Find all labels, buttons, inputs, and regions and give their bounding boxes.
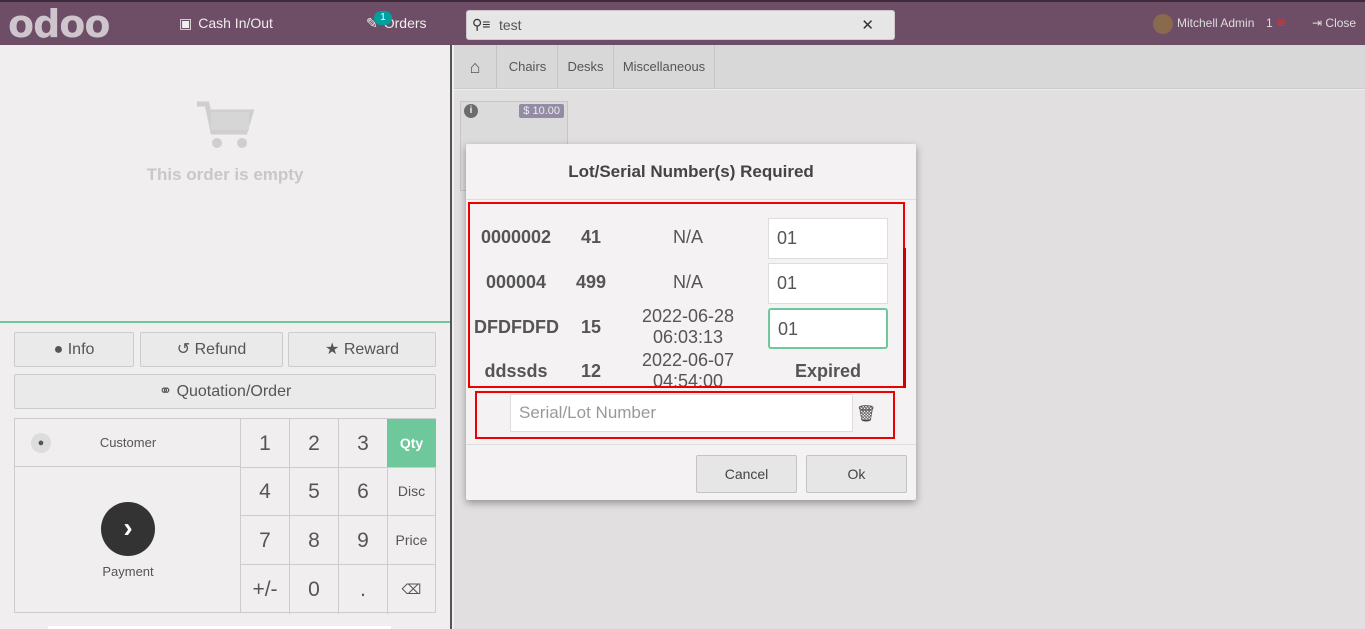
numpad: ● Customer › Payment 1 2 3 Qty 4 5 6 Dis… (14, 418, 436, 614)
payment-label: Payment (102, 564, 154, 579)
key-dot[interactable]: . (339, 565, 388, 614)
close-button[interactable]: ⇥ Close (1312, 16, 1356, 30)
sign-out-icon: ⇥ (1312, 16, 1323, 30)
order-container: This order is empty (0, 45, 450, 323)
footer-divider (466, 444, 916, 445)
refund-label: Refund (194, 341, 247, 358)
home-icon: ⌂ (469, 57, 481, 77)
user-menu[interactable]: Mitchell Admin (1153, 14, 1254, 34)
reward-label: Reward (343, 341, 399, 358)
key-1[interactable]: 1 (241, 419, 290, 468)
key-disc[interactable]: Disc (387, 467, 436, 516)
sync-count: 1 (1266, 16, 1273, 30)
backspace-icon: ⌫ (401, 581, 422, 597)
category-bar: ⌂ Chairs Desks Miscellaneous (454, 45, 1365, 89)
payment-button[interactable]: › Payment (15, 467, 241, 613)
orders-count-badge: 1 (374, 11, 392, 25)
info-icon: ● (53, 341, 64, 358)
dialog-title: Lot/Serial Number(s) Required (466, 144, 916, 200)
key-4[interactable]: 4 (241, 467, 290, 516)
ok-button[interactable]: Ok (806, 455, 907, 493)
cash-in-out-label: Cash In/Out (198, 15, 273, 31)
chevron-right-icon: › (101, 502, 155, 556)
wifi-icon: ≋ (1276, 16, 1287, 30)
key-2[interactable]: 2 (290, 419, 339, 468)
home-category-button[interactable]: ⌂ (454, 45, 497, 89)
key-9[interactable]: 9 (339, 516, 388, 565)
top-bar: odoo ▣Cash In/Out ✎Orders 1 ⚲≡ ✕ Mitchel… (0, 0, 1365, 45)
cash-icon: ▣ (179, 15, 193, 31)
cancel-button[interactable]: Cancel (696, 455, 797, 493)
key-price[interactable]: Price (387, 516, 436, 565)
key-7[interactable]: 7 (241, 516, 290, 565)
key-plus-minus[interactable]: +/- (241, 565, 290, 614)
quotation-order-label: Quotation/Order (176, 383, 292, 400)
close-label: Close (1325, 16, 1357, 30)
sync-status[interactable]: 1 ≋ (1266, 16, 1286, 30)
undo-icon: ↺ (176, 341, 191, 358)
left-pane: This order is empty ● Info ↺ Refund ★ Re… (0, 45, 452, 629)
highlight-box-new-lot (475, 391, 895, 439)
customer-label: Customer (99, 435, 157, 450)
key-0[interactable]: 0 (290, 565, 339, 614)
shopping-cart-icon (197, 101, 255, 148)
user-name: Mitchell Admin (1177, 16, 1255, 31)
key-qty[interactable]: Qty (387, 419, 436, 468)
order-empty-text: This order is empty (146, 165, 304, 184)
key-backspace[interactable]: ⌫ (387, 565, 436, 614)
quotation-order-button[interactable]: ⚭ Quotation/Order (14, 374, 436, 409)
key-8[interactable]: 8 (290, 516, 339, 565)
search-box: ⚲≡ ✕ (466, 10, 895, 40)
search-icon: ⚲≡ (472, 16, 491, 32)
search-input[interactable] (499, 15, 869, 35)
customer-button[interactable]: ● Customer (15, 419, 241, 467)
star-icon: ★ (325, 341, 340, 358)
refund-button[interactable]: ↺ Refund (140, 332, 283, 367)
key-3[interactable]: 3 (339, 419, 388, 468)
reward-button[interactable]: ★ Reward (288, 332, 436, 367)
key-5[interactable]: 5 (290, 467, 339, 516)
odoo-logo: odoo (8, 2, 111, 46)
highlight-box-lots (468, 202, 905, 388)
cash-in-out-button[interactable]: ▣ Cash In/Out (179, 13, 273, 33)
avatar (1153, 14, 1173, 34)
category-desks[interactable]: Desks (558, 45, 614, 89)
info-button[interactable]: ● Info (14, 332, 134, 367)
category-chairs[interactable]: Chairs (498, 45, 558, 89)
key-6[interactable]: 6 (339, 467, 388, 516)
clear-search-icon[interactable]: ✕ (861, 16, 874, 34)
category-miscellaneous[interactable]: Miscellaneous (614, 45, 715, 89)
link-icon: ⚭ (158, 383, 173, 400)
scrollbar[interactable] (903, 248, 906, 388)
info-label: Info (67, 341, 95, 358)
